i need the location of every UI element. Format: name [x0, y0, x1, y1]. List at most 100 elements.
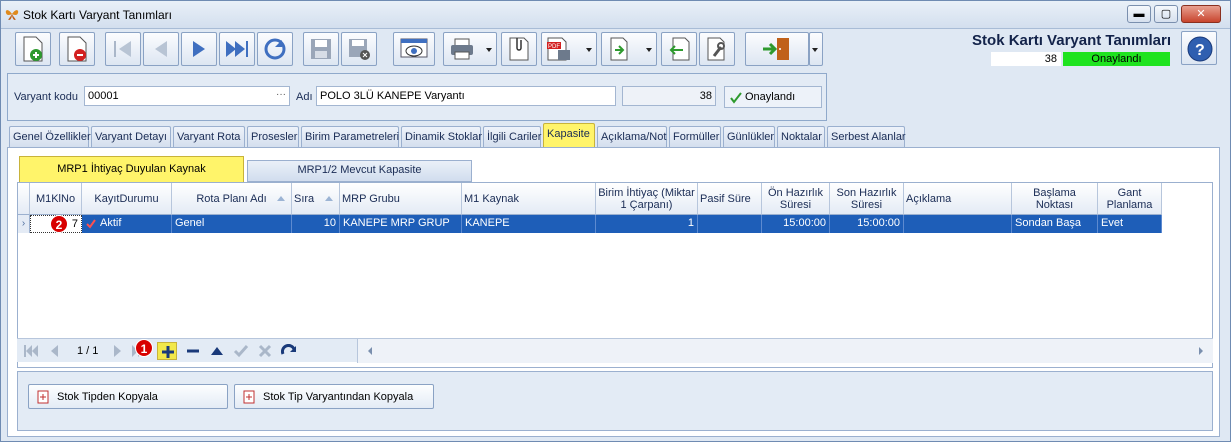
minimize-button[interactable]: ▬ [1127, 5, 1151, 23]
next-icon [193, 41, 205, 57]
header-m1-kaynak[interactable]: M1 Kaynak [462, 183, 596, 215]
header-kayitdurumu[interactable]: KayıtDurumu [82, 183, 172, 215]
subtab-mrp-kapasite[interactable]: MRP1/2 Mevcut Kapasite [247, 160, 472, 182]
tab-varyant-detayi[interactable]: Varyant Detayı [91, 126, 171, 147]
attachment-button[interactable] [501, 32, 537, 66]
header-birim-ihtiyac[interactable]: Birim İhtiyaç (Miktar 1 Çarpanı) [596, 183, 698, 215]
import-button[interactable] [661, 32, 697, 66]
row-indicator-icon[interactable]: › [18, 215, 30, 233]
wrench-document-icon [707, 37, 725, 61]
tab-gunlukler[interactable]: Günlükler [723, 126, 775, 147]
copy-from-stock-type-button[interactable]: Stok Tipden Kopyala [28, 384, 228, 409]
name-input[interactable]: POLO 3LÜ KANEPE Varyantı [316, 86, 616, 106]
cell-baslama-noktasi[interactable]: Sondan Başa [1012, 215, 1098, 233]
header-sira[interactable]: Sıra [292, 183, 340, 215]
svg-text:PDF: PDF [548, 44, 560, 50]
cell-sira[interactable]: 10 [292, 215, 340, 233]
header-rota-plani-adi[interactable]: Rota Planı Adı [172, 183, 292, 215]
butterfly-icon [5, 10, 19, 20]
nav-refresh-button[interactable] [279, 342, 299, 360]
lookup-dots-icon[interactable]: ··· [276, 89, 286, 100]
close-button[interactable]: ✕ [1181, 5, 1221, 23]
export-button[interactable] [601, 32, 657, 66]
last-record-button[interactable] [219, 32, 255, 66]
nav-prev-button[interactable] [45, 342, 65, 360]
header-gant-planlama[interactable]: Gant Planlama [1098, 183, 1162, 215]
first-record-button[interactable] [105, 32, 141, 66]
tab-formuller[interactable]: Formüller [669, 126, 721, 147]
tab-serbest-alanlar[interactable]: Serbest Alanlar [827, 126, 906, 147]
cell-m1-kaynak[interactable]: KANEPE [462, 215, 596, 233]
refresh-icon [264, 38, 286, 60]
name-label: Adı [296, 91, 313, 103]
new-document-icon [23, 36, 43, 62]
cell-rota-plani[interactable]: Genel [172, 215, 292, 233]
subtab-mrp1-kaynak[interactable]: MRP1 İhtiyaç Duyulan Kaynak [19, 156, 244, 183]
cancel-save-button[interactable] [341, 32, 377, 66]
pdf-export-button[interactable]: PDF [541, 32, 597, 66]
status-badge: Onaylandı [1063, 52, 1170, 66]
previous-record-button[interactable] [143, 32, 179, 66]
save-button[interactable] [303, 32, 339, 66]
nav-add-button[interactable] [157, 342, 177, 360]
header-rota-plani-adi-label: Rota Planı Adı [196, 192, 267, 205]
variant-code-input[interactable]: 00001 ··· [84, 86, 290, 106]
approved-label: Onaylandı [745, 91, 796, 103]
tab-birim-parametreleri[interactable]: Birim Parametreleri [301, 126, 399, 147]
tab-noktalar[interactable]: Noktalar [777, 126, 825, 147]
header-son-hazirlik[interactable]: Son Hazırlık Süresi [830, 183, 904, 215]
nav-next-button[interactable] [109, 342, 129, 360]
nav-first-icon [24, 345, 38, 357]
cell-kayitdurumu[interactable]: Aktif [82, 215, 172, 233]
copy-actions-panel: Stok Tipden Kopyala Stok Tip Varyantında… [17, 371, 1213, 431]
variant-form: Varyant kodu 00001 ··· Adı POLO 3LÜ KANEP… [7, 73, 827, 121]
nav-cancel-button[interactable] [255, 342, 275, 360]
tab-kapasite[interactable]: Kapasite [543, 123, 595, 147]
print-button[interactable] [443, 32, 497, 66]
maximize-button[interactable]: ▢ [1154, 5, 1178, 23]
tab-dinamik-stoklar[interactable]: Dinamik Stoklar [401, 126, 482, 147]
header-mrp-grubu[interactable]: MRP Grubu [340, 183, 462, 215]
help-button[interactable]: ? [1181, 31, 1217, 65]
exit-dropdown-button[interactable] [809, 32, 823, 66]
cell-pasif-sure[interactable] [698, 215, 762, 233]
paperclip-document-icon [509, 37, 529, 61]
new-record-button[interactable] [15, 32, 51, 66]
cell-gant-planlama[interactable]: Evet [1098, 215, 1162, 233]
tab-aciklama-not[interactable]: Açıklama/Not [597, 126, 667, 147]
header-baslama-noktasi[interactable]: Başlama Noktası [1012, 183, 1098, 215]
nav-post-button[interactable] [231, 342, 251, 360]
cell-on-hazirlik[interactable]: 15:00:00 [762, 215, 830, 233]
preview-button[interactable] [393, 32, 435, 66]
tab-ilgili-cariler[interactable]: İlgili Cariler [483, 126, 541, 147]
nav-edit-button[interactable] [207, 342, 227, 360]
window-title: Stok Kartı Varyant Tanımları [23, 8, 172, 22]
annotation-badge-2: 2 [50, 215, 68, 233]
tab-prosesler[interactable]: Prosesler [247, 126, 299, 147]
refresh-button[interactable] [257, 32, 293, 66]
nav-delete-button[interactable] [183, 342, 203, 360]
delete-record-button[interactable] [59, 32, 95, 66]
tab-genel-ozellikler[interactable]: Genel Özellikler [9, 126, 91, 147]
approved-checkbox[interactable]: Onaylandı [724, 86, 822, 108]
cell-mrp-grubu[interactable]: KANEPE MRP GRUP [340, 215, 462, 233]
nav-first-button[interactable] [21, 342, 41, 360]
exit-button[interactable] [745, 32, 809, 66]
header-aciklama[interactable]: Açıklama [904, 183, 1012, 215]
header-m1klno[interactable]: M1KlNo [30, 183, 82, 215]
svg-text:?: ? [1195, 42, 1205, 59]
next-record-button[interactable] [181, 32, 217, 66]
header-indicator [18, 183, 30, 215]
copy-from-stock-type-variant-button[interactable]: Stok Tip Varyantından Kopyala [234, 384, 434, 409]
header-on-hazirlik[interactable]: Ön Hazırlık Süresi [762, 183, 830, 215]
settings-button[interactable] [699, 32, 735, 66]
header-pasif-sure[interactable]: Pasif Süre [698, 183, 762, 215]
cell-aciklama[interactable] [904, 215, 1012, 233]
copy-icon [37, 390, 49, 404]
eye-preview-icon [400, 38, 428, 58]
cell-son-hazirlik[interactable]: 15:00:00 [830, 215, 904, 233]
annotation-badge-1: 1 [135, 339, 153, 357]
tab-varyant-rota[interactable]: Varyant Rota [173, 126, 245, 147]
horizontal-scrollbar[interactable] [357, 339, 1213, 363]
cell-birim-ihtiyac[interactable]: 1 [596, 215, 698, 233]
